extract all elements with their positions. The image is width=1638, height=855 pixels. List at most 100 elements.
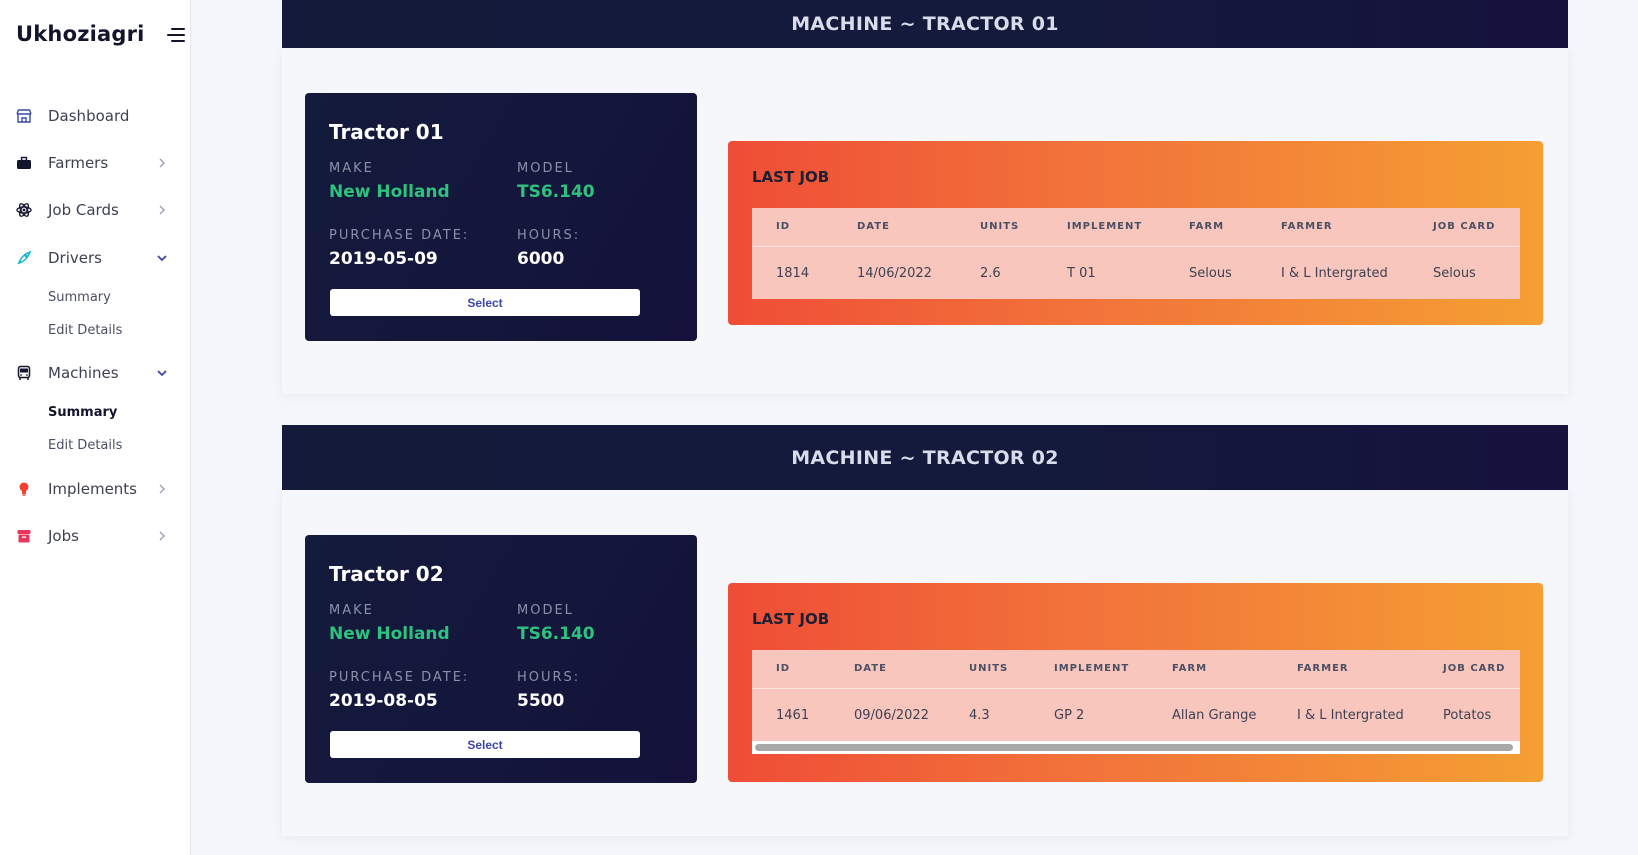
hours-label: HOURS:	[517, 670, 581, 685]
table-header-row: ID DATE UNITS IMPLEMENT FARM FARMER JOB …	[752, 650, 1520, 689]
table-row: 1814 14/06/2022 2.6 T 01 Selous I & L In…	[752, 247, 1520, 299]
sidebar-item-drivers[interactable]: Drivers	[0, 241, 190, 275]
last-job-title: LAST JOB	[752, 610, 830, 628]
table-header-row: ID DATE UNITS IMPLEMENT FARM FARMER JOB …	[752, 208, 1520, 247]
purchase-date-label: PURCHASE DATE:	[329, 228, 470, 243]
sidebar-subitem-machines-summary[interactable]: Summary	[48, 405, 117, 420]
cell-units: 4.3	[969, 708, 990, 723]
menu-toggle-icon[interactable]	[167, 28, 185, 44]
column-header-implement: IMPLEMENT	[1067, 221, 1143, 232]
last-job-table: ID DATE UNITS IMPLEMENT FARM FARMER JOB …	[752, 650, 1520, 754]
hours-label: HOURS:	[517, 228, 581, 243]
table-row: 1461 09/06/2022 4.3 GP 2 Allan Grange I …	[752, 689, 1520, 741]
machine-section-title: MACHINE ~ TRACTOR 01	[791, 13, 1059, 35]
last-job-card: LAST JOB ID DATE UNITS IMPLEMENT FARM FA…	[728, 583, 1543, 782]
column-header-date: DATE	[857, 221, 890, 232]
cell-job-card: Selous	[1433, 266, 1476, 281]
archive-icon	[15, 527, 33, 545]
sidebar-item-dashboard[interactable]: Dashboard	[0, 99, 190, 133]
machine-section-title: MACHINE ~ TRACTOR 02	[791, 446, 1059, 469]
column-header-implement: IMPLEMENT	[1054, 663, 1130, 674]
column-header-farm: FARM	[1189, 221, 1225, 232]
last-job-table: ID DATE UNITS IMPLEMENT FARM FARMER JOB …	[752, 208, 1520, 299]
column-header-units: UNITS	[969, 663, 1009, 674]
select-button[interactable]: Select	[330, 289, 640, 316]
cell-job-card: Potatos	[1443, 708, 1492, 723]
make-value: New Holland	[329, 182, 450, 202]
chevron-right-icon	[159, 205, 165, 215]
sidebar-item-implements[interactable]: Implements	[0, 472, 190, 506]
cell-farmer: I & L Intergrated	[1281, 266, 1388, 281]
cell-date: 09/06/2022	[854, 708, 929, 723]
hours-value: 6000	[517, 249, 565, 269]
sidebar-item-label: Farmers	[48, 154, 109, 172]
sidebar-item-label: Drivers	[48, 249, 102, 267]
column-header-job-card: JOB CARD	[1433, 221, 1496, 232]
sidebar-item-machines[interactable]: Machines	[0, 356, 190, 390]
chevron-right-icon	[159, 531, 165, 541]
bulb-icon	[15, 480, 33, 498]
sidebar-subitem-drivers-edit-details[interactable]: Edit Details	[48, 323, 122, 338]
machine-section-header: MACHINE ~ TRACTOR 02	[282, 425, 1568, 490]
cell-implement: T 01	[1067, 266, 1096, 281]
hours-value: 5500	[517, 691, 565, 711]
chevron-down-icon	[157, 255, 167, 262]
sidebar-item-farmers[interactable]: Farmers	[0, 146, 190, 180]
last-job-title: LAST JOB	[752, 168, 830, 186]
atom-icon	[15, 201, 33, 219]
store-icon	[15, 107, 33, 125]
sidebar-subitem-machines-edit-details[interactable]: Edit Details	[48, 438, 122, 453]
purchase-date-value: 2019-05-09	[329, 249, 438, 269]
last-job-card: LAST JOB ID DATE UNITS IMPLEMENT FARM FA…	[728, 141, 1543, 325]
sidebar-item-label: Jobs	[48, 527, 79, 545]
model-value: TS6.140	[517, 182, 595, 202]
rocket-icon	[15, 249, 33, 267]
horizontal-scrollbar-track[interactable]	[752, 741, 1520, 754]
sidebar-item-label: Job Cards	[48, 201, 119, 219]
bus-icon	[15, 364, 33, 382]
cell-farm: Allan Grange	[1172, 708, 1257, 723]
cell-id: 1461	[776, 708, 810, 723]
chevron-down-icon	[157, 370, 167, 377]
sidebar-item-jobs[interactable]: Jobs	[0, 519, 190, 553]
column-header-id: ID	[776, 663, 791, 674]
cell-id: 1814	[776, 266, 810, 281]
brand-title: Ukhoziagri	[16, 22, 145, 46]
machine-info-card: Tractor 01 MAKE New Holland MODEL TS6.14…	[305, 93, 697, 341]
purchase-date-label: PURCHASE DATE:	[329, 670, 470, 685]
cell-date: 14/06/2022	[857, 266, 932, 281]
model-value: TS6.140	[517, 624, 595, 644]
sidebar-item-label: Machines	[48, 364, 119, 382]
cell-farm: Selous	[1189, 266, 1232, 281]
chevron-right-icon	[159, 158, 165, 168]
cell-farmer: I & L Intergrated	[1297, 708, 1404, 723]
machine-section-header: MACHINE ~ TRACTOR 01	[282, 0, 1568, 48]
column-header-date: DATE	[854, 663, 887, 674]
cell-implement: GP 2	[1054, 708, 1085, 723]
purchase-date-value: 2019-08-05	[329, 691, 438, 711]
chevron-right-icon	[159, 484, 165, 494]
column-header-units: UNITS	[980, 221, 1020, 232]
machine-name: Tractor 01	[329, 120, 444, 144]
model-label: MODEL	[517, 161, 574, 176]
machine-name: Tractor 02	[329, 562, 444, 586]
make-label: MAKE	[329, 161, 374, 176]
machine-info-card: Tractor 02 MAKE New Holland MODEL TS6.14…	[305, 535, 697, 783]
briefcase-icon	[15, 154, 33, 172]
column-header-farmer: FARMER	[1297, 663, 1349, 674]
column-header-id: ID	[776, 221, 791, 232]
sidebar-item-label: Implements	[48, 480, 137, 498]
sidebar-subitem-drivers-summary[interactable]: Summary	[48, 290, 111, 305]
column-header-job-card: JOB CARD	[1443, 663, 1506, 674]
model-label: MODEL	[517, 603, 574, 618]
make-label: MAKE	[329, 603, 374, 618]
column-header-farmer: FARMER	[1281, 221, 1333, 232]
cell-units: 2.6	[980, 266, 1001, 281]
sidebar-item-job-cards[interactable]: Job Cards	[0, 193, 190, 227]
column-header-farm: FARM	[1172, 663, 1208, 674]
make-value: New Holland	[329, 624, 450, 644]
sidebar: Ukhoziagri Dashboard Farmers Job Cards D…	[0, 0, 191, 855]
sidebar-item-label: Dashboard	[48, 107, 130, 125]
horizontal-scrollbar-thumb[interactable]	[755, 744, 1513, 751]
select-button[interactable]: Select	[330, 731, 640, 758]
